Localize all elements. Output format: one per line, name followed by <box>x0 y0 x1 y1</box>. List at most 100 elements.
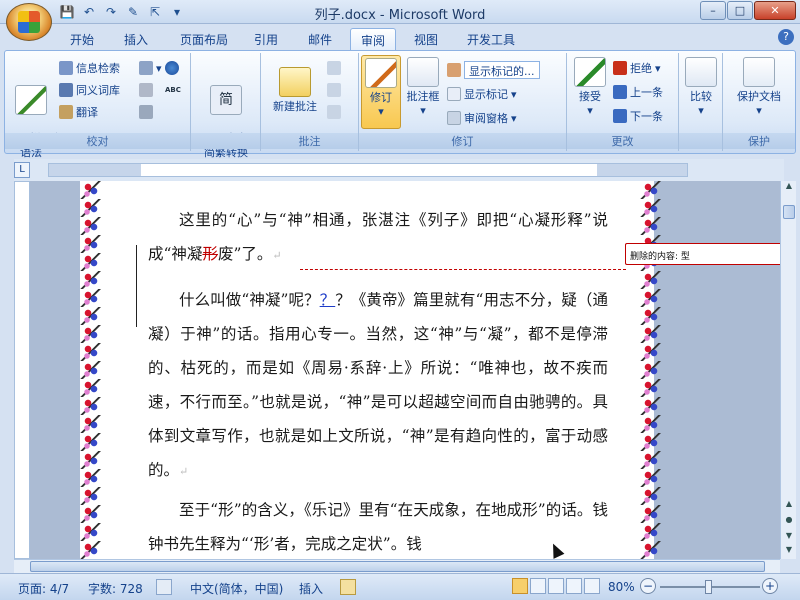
spelling-grammar-button[interactable]: 拼写和 语法 <box>9 57 63 174</box>
paragraph-mark: ↵ <box>272 249 282 262</box>
paragraph-2[interactable]: 什么叫做“神凝”呢？？？《黄帝》篇里就有“用志不分，疑（通凝）于神”的话。指用心… <box>148 283 608 489</box>
previous-change-button[interactable]: 上一条 <box>613 83 663 101</box>
horizontal-scrollbar[interactable] <box>14 559 780 573</box>
delete-comment-button[interactable] <box>327 59 341 77</box>
set-language-button[interactable]: ▾ <box>139 59 162 77</box>
group-protect-label: 保护 <box>723 133 795 149</box>
display-icon <box>447 63 461 77</box>
next-comment-icon <box>327 105 341 119</box>
new-comment-label: 新建批注 <box>273 100 317 113</box>
globe-icon <box>165 61 179 75</box>
zoom-out-icon[interactable]: − <box>640 578 656 594</box>
draft-icon[interactable] <box>584 578 600 594</box>
balloons-button[interactable]: 批注框 ▾ <box>403 57 443 118</box>
page-border-right <box>640 181 662 559</box>
track-changes-button[interactable]: 修订 ▾ <box>361 55 401 129</box>
paragraph-3[interactable]: 至于“形”的含义，《乐记》里有“在天成象，在地成形”的话。钱钟书先生释为“‘形’… <box>148 493 608 559</box>
page-indicator[interactable]: 页面: 4/7 <box>18 580 69 597</box>
title-bar: 💾 ↶ ↷ ✎ ⇱ ▾ 列子.docx - Microsoft Word – □… <box>0 0 800 41</box>
display-for-review-combo[interactable]: 显示标记的... <box>464 61 540 79</box>
browse-object-icon[interactable]: ● <box>781 515 797 529</box>
scroll-up-icon[interactable]: ▲ <box>781 181 797 195</box>
thesaurus-button[interactable]: 同义词库 <box>59 81 120 99</box>
abc-icon[interactable]: ABC <box>165 81 181 99</box>
tab-view[interactable]: 视图 <box>404 28 448 50</box>
document-page[interactable]: 这里的“心”与“神”相通，张湛注《列子》即把“心凝形释”说成“神凝形废”了。↵ … <box>80 181 662 559</box>
next-change-button[interactable]: 下一条 <box>613 107 663 125</box>
ime-button[interactable] <box>139 81 153 99</box>
horizontal-scroll-thumb[interactable] <box>30 561 765 572</box>
document-area: 这里的“心”与“神”相通，张湛注《列子》即把“心凝形释”说成“神凝形废”了。↵ … <box>30 181 780 559</box>
outline-icon[interactable] <box>566 578 582 594</box>
vertical-scrollbar[interactable]: ▲ ▲ ● ▼ ▼ <box>780 181 796 559</box>
group-changes: 接受 ▾ 拒绝 ▾ 上一条 下一条 更改 <box>567 53 679 151</box>
research-button[interactable]: 信息检索 <box>59 59 120 77</box>
ribbon-tabs: 开始 插入 页面布局 引用 邮件 审阅 视图 开发工具 ? <box>0 24 800 50</box>
macro-record-icon[interactable] <box>340 579 356 595</box>
tab-home[interactable]: 开始 <box>58 28 106 50</box>
tab-selector-icon[interactable]: L <box>14 162 30 178</box>
document-body[interactable]: 这里的“心”与“神”相通，张湛注《列子》即把“心凝形释”说成“神凝形废”了。↵ … <box>148 203 608 559</box>
scroll-down-icon[interactable]: ▼ <box>781 545 797 559</box>
tab-page-layout[interactable]: 页面布局 <box>168 28 240 50</box>
reject-icon <box>613 61 627 75</box>
tab-references[interactable]: 引用 <box>246 28 286 50</box>
display-for-review-group: 显示标记的... <box>447 61 540 79</box>
p2-text-before: 什么叫做“神凝”呢？ <box>179 291 320 309</box>
accept-button[interactable]: 接受 ▾ <box>571 57 609 118</box>
protect-document-button[interactable]: 保护文档 ▾ <box>727 57 791 118</box>
insert-mode-indicator[interactable]: 插入 <box>299 580 323 597</box>
next-page-icon[interactable]: ▼ <box>781 531 797 545</box>
research-label: 信息检索 <box>76 62 120 75</box>
print-layout-icon[interactable] <box>512 578 528 594</box>
group-proofing: 拼写和 语法 信息检索 同义词库 翻译 ▾ ABC 校对 <box>5 53 191 159</box>
full-screen-reading-icon[interactable] <box>530 578 546 594</box>
reject-button[interactable]: 拒绝 ▾ <box>613 59 661 77</box>
deleted-text[interactable]: 形 <box>202 245 218 263</box>
maximize-button[interactable]: □ <box>727 1 753 20</box>
tab-insert[interactable]: 插入 <box>112 28 160 50</box>
paragraph-1[interactable]: 这里的“心”与“神”相通，张湛注《列子》即把“心凝形释”说成“神凝形废”了。↵ <box>148 203 608 273</box>
horizontal-ruler[interactable] <box>48 163 688 177</box>
zoom-level[interactable]: 80% <box>608 580 635 594</box>
spelling-check-icon <box>15 85 47 115</box>
help-icon[interactable]: ? <box>778 29 794 45</box>
proofing-options-button[interactable] <box>139 103 153 121</box>
new-comment-button[interactable]: 新建批注 <box>265 67 325 114</box>
next-comment-button[interactable] <box>327 103 341 121</box>
office-button[interactable] <box>6 3 52 41</box>
previous-comment-button[interactable] <box>327 81 341 99</box>
delete-comment-icon <box>327 61 341 75</box>
word-count-button[interactable] <box>165 59 179 77</box>
proofing-status-icon[interactable] <box>156 579 172 595</box>
balloons-label: 批注框 <box>406 90 440 103</box>
chinese-conversion-button[interactable]: 简 中文 简繁转换 <box>195 57 257 174</box>
vertical-ruler[interactable] <box>14 181 30 559</box>
tab-mailings[interactable]: 邮件 <box>298 28 342 50</box>
p2-text-after: ？《黄帝》篇里就有“用志不分，疑（通凝）于神”的话。指用心专一。当然，这“神”与… <box>148 291 608 479</box>
language-indicator[interactable]: 中文(简体，中国) <box>190 580 283 597</box>
tab-review[interactable]: 审阅 <box>350 28 396 50</box>
group-tracking-label: 修订 <box>359 133 566 149</box>
compare-button[interactable]: 比较 ▾ <box>683 57 719 118</box>
word-count[interactable]: 字数: 728 <box>88 580 143 597</box>
web-layout-icon[interactable] <box>548 578 564 594</box>
reviewing-pane-button[interactable]: 审阅窗格 ▾ <box>447 109 517 127</box>
compare-label: 比较 <box>690 90 712 103</box>
deletion-balloon[interactable]: 删除的内容: 型 <box>625 243 780 265</box>
previous-page-icon[interactable]: ▲ <box>781 499 797 513</box>
inserted-text[interactable]: ？ <box>320 291 336 309</box>
zoom-slider-handle[interactable] <box>705 580 712 594</box>
minimize-button[interactable]: – <box>700 1 726 20</box>
p3-text: 至于“形”的含义，《乐记》里有“在天成象，在地成形”的话。钱钟书先生释为“‘形’… <box>148 501 608 553</box>
zoom-in-icon[interactable]: + <box>762 578 778 594</box>
reject-label: 拒绝 <box>630 62 652 75</box>
show-markup-button[interactable]: 显示标记 ▾ <box>447 85 517 103</box>
previous-arrow-icon <box>613 85 627 99</box>
translate-button[interactable]: 翻译 <box>59 103 98 121</box>
tab-developer[interactable]: 开发工具 <box>456 28 526 50</box>
track-changes-label: 修订 <box>370 91 392 104</box>
vertical-scroll-thumb[interactable] <box>783 205 795 219</box>
close-button[interactable]: ✕ <box>754 1 796 20</box>
ruler-left-margin <box>49 164 141 176</box>
